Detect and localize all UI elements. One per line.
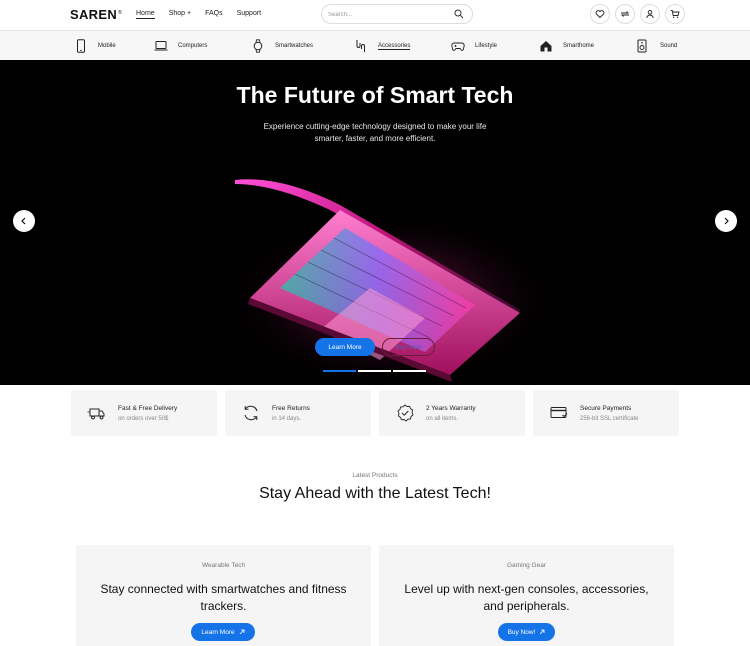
feature-subtitle: in 14 days. bbox=[272, 416, 302, 422]
card-kicker: Gaming Gear bbox=[506, 562, 547, 569]
category-smartwatches[interactable]: Smartwatches bbox=[251, 37, 313, 55]
slide-dot-1[interactable] bbox=[323, 370, 356, 372]
warranty-icon bbox=[397, 404, 414, 422]
feature-title: Fast & Free Delivery bbox=[118, 405, 178, 412]
logo-text: SAREN bbox=[70, 7, 118, 22]
chevron-right-icon bbox=[724, 217, 729, 225]
feature-payments: Secure Payments 256-bit SSL certificate bbox=[533, 390, 679, 436]
accessories-icon bbox=[356, 40, 365, 52]
laptop-icon bbox=[154, 41, 168, 51]
logo[interactable]: SAREN® bbox=[70, 7, 122, 22]
category-label: Accessories bbox=[378, 42, 411, 50]
card-buy-now-button[interactable]: Buy Now! bbox=[498, 623, 555, 641]
chevron-left-icon bbox=[21, 217, 26, 225]
category-computers[interactable]: Computers bbox=[154, 37, 207, 55]
card-title: Stay connected with smartwatches and fit… bbox=[100, 582, 347, 613]
nav-home[interactable]: Home bbox=[136, 10, 155, 19]
next-slide-button[interactable] bbox=[715, 210, 737, 232]
category-label: Smarthome bbox=[563, 43, 595, 49]
gamepad-icon bbox=[451, 42, 465, 51]
slide-dot-3[interactable] bbox=[393, 370, 426, 372]
category-sound[interactable]: Sound bbox=[636, 37, 677, 55]
category-label: Computers bbox=[178, 43, 208, 49]
card-kicker: Wearable Tech bbox=[201, 562, 246, 569]
card-title: Level up with next-gen consoles, accesso… bbox=[404, 582, 649, 613]
promo-card-wearables: Wearable Tech Stay connected with smartw… bbox=[76, 545, 371, 646]
feature-title: Secure Payments bbox=[580, 405, 632, 412]
category-label: Mobile bbox=[98, 43, 116, 49]
hero-buy-now-button[interactable]: Buy Now bbox=[382, 338, 435, 356]
cart-button[interactable] bbox=[665, 4, 685, 24]
slide-indicators bbox=[323, 370, 426, 372]
compare-button[interactable] bbox=[615, 4, 635, 24]
promo-card-gaming: Gaming Gear Level up with next-gen conso… bbox=[379, 545, 674, 646]
arrow-up-right-icon bbox=[239, 629, 245, 635]
nav-shop[interactable]: Shop + bbox=[169, 10, 191, 19]
category-lifestyle[interactable]: Lifestyle bbox=[451, 37, 497, 55]
compare-icon bbox=[620, 11, 630, 17]
main-nav: Home Shop + FAQs Support bbox=[136, 10, 261, 19]
speaker-icon bbox=[637, 39, 647, 53]
watch-icon bbox=[253, 39, 263, 53]
prev-slide-button[interactable] bbox=[13, 210, 35, 232]
card-learn-more-button[interactable]: Learn More bbox=[191, 623, 255, 641]
hero-subtitle: Experience cutting-edge technology desig… bbox=[263, 122, 487, 143]
category-label: Lifestyle bbox=[475, 43, 498, 49]
nav-support[interactable]: Support bbox=[237, 10, 262, 19]
search-box bbox=[321, 4, 473, 24]
feature-subtitle: on all items. bbox=[426, 416, 459, 422]
truck-icon bbox=[87, 408, 105, 420]
hero-learn-more-button[interactable]: Learn More bbox=[315, 338, 375, 356]
wishlist-button[interactable] bbox=[590, 4, 610, 24]
section-title: Stay Ahead with the Latest Tech! bbox=[259, 485, 491, 502]
home-icon bbox=[540, 41, 552, 52]
category-label: Sound bbox=[660, 43, 678, 49]
category-mobile[interactable]: Mobile bbox=[74, 37, 116, 55]
section-kicker: Latest Products bbox=[352, 472, 398, 479]
user-icon bbox=[646, 10, 654, 19]
header-actions bbox=[590, 4, 685, 24]
button-label: Buy Now! bbox=[507, 628, 536, 636]
site-header: SAREN® Home Shop + FAQs Support bbox=[0, 0, 750, 30]
card-icon bbox=[550, 407, 568, 418]
feature-subtitle: on orders over 50$ bbox=[118, 416, 169, 422]
logo-mark: ® bbox=[118, 9, 122, 16]
search-icon[interactable] bbox=[454, 9, 464, 19]
button-label: Learn More bbox=[201, 628, 235, 636]
feature-warranty: 2 Years Warranty on all items. bbox=[379, 390, 525, 436]
category-accessories[interactable]: Accessories bbox=[354, 37, 411, 55]
category-label: Smartwatches bbox=[275, 43, 314, 49]
mobile-icon bbox=[77, 39, 85, 53]
cart-icon bbox=[670, 10, 680, 18]
category-bar: Mobile Computers Smartwatches Accessorie… bbox=[0, 30, 750, 60]
returns-icon bbox=[244, 405, 258, 421]
feature-subtitle: 256-bit SSL certificate bbox=[580, 416, 639, 422]
heart-icon bbox=[595, 10, 605, 19]
laptop-image bbox=[220, 179, 540, 385]
account-button[interactable] bbox=[640, 4, 660, 24]
feature-title: Free Returns bbox=[272, 405, 310, 412]
feature-delivery: Fast & Free Delivery on orders over 50$ bbox=[71, 390, 217, 436]
slide-dot-2[interactable] bbox=[358, 370, 391, 372]
category-smarthome[interactable]: Smarthome bbox=[539, 37, 594, 55]
search-input[interactable] bbox=[328, 9, 448, 20]
nav-faqs[interactable]: FAQs bbox=[205, 10, 223, 19]
hero-banner: The Future of Smart Tech Experience cutt… bbox=[0, 60, 750, 385]
arrow-up-right-icon bbox=[540, 629, 545, 635]
feature-title: 2 Years Warranty bbox=[426, 405, 476, 412]
feature-returns: Free Returns in 14 days. bbox=[225, 390, 371, 436]
hero-title: The Future of Smart Tech bbox=[236, 82, 514, 108]
